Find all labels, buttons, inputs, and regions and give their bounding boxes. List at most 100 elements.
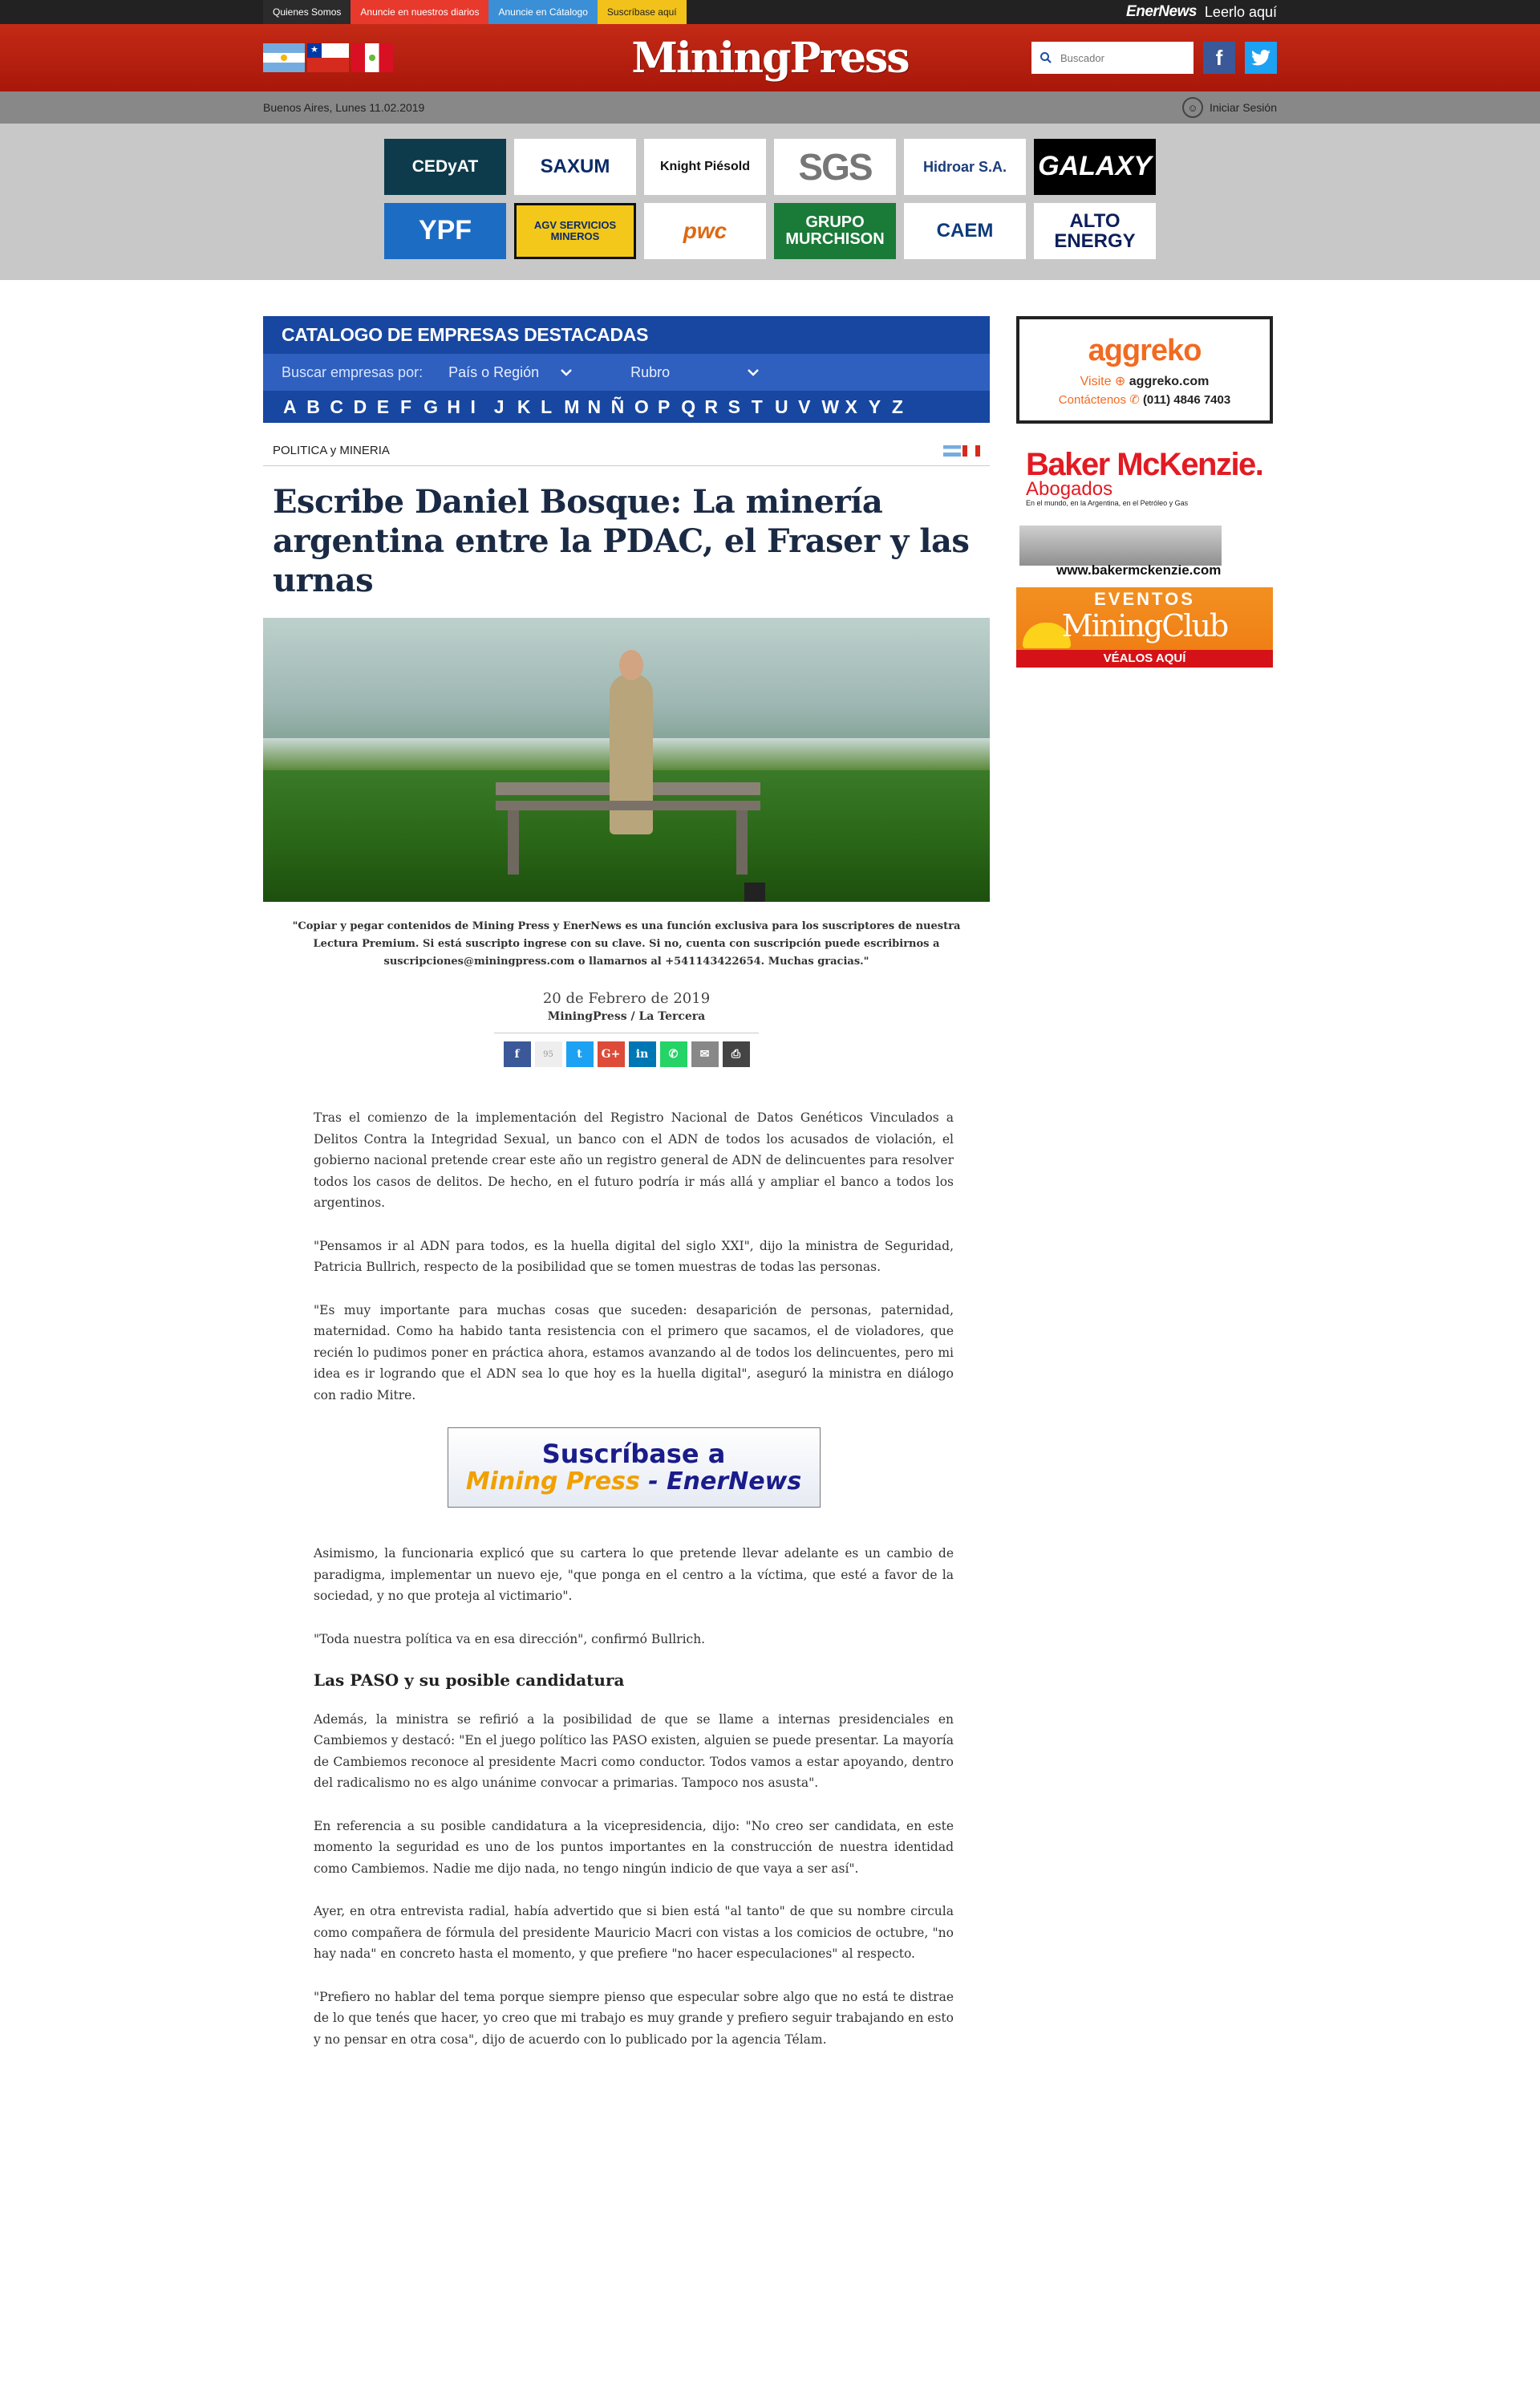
article-paragraph: Asimismo, la funcionaria explicó que su … bbox=[314, 1546, 954, 1603]
share-whatsapp-icon[interactable]: ✆ bbox=[659, 1041, 687, 1067]
sponsor-logo-galaxy[interactable]: GALAXY bbox=[1034, 139, 1156, 195]
login-button[interactable]: ☺ Iniciar Sesión bbox=[1181, 97, 1277, 118]
chile-flag-icon[interactable] bbox=[307, 43, 349, 72]
current-date: Buenos Aires, Lunes 11.02.2019 bbox=[263, 101, 425, 114]
letter-link[interactable]: Y bbox=[869, 396, 892, 418]
article-meta: 20 de Febrero de 2019 MiningPress / La T… bbox=[263, 990, 990, 1067]
article-country-flags bbox=[943, 444, 980, 457]
link-anuncie-diarios[interactable]: Anuncie en nuestros diarios bbox=[351, 0, 489, 24]
sponsor-logo-murchison[interactable]: GRUPO MURCHISON bbox=[774, 203, 896, 259]
letter-link[interactable]: E bbox=[377, 396, 400, 418]
letter-link[interactable]: V bbox=[798, 396, 821, 418]
share-google-plus-icon[interactable]: G+ bbox=[597, 1041, 625, 1067]
section-label[interactable]: POLITICA y MINERIA bbox=[273, 444, 390, 457]
share-facebook-icon[interactable]: f bbox=[503, 1041, 531, 1067]
share-twitter-icon[interactable]: t bbox=[565, 1041, 594, 1067]
enernews-link[interactable]: EnerNews Leerlo aquí bbox=[1126, 3, 1277, 21]
date-bar: Buenos Aires, Lunes 11.02.2019 ☺ Iniciar… bbox=[0, 91, 1540, 124]
subscribe-banner[interactable]: Suscríbase a Mining Press - EnerNews bbox=[447, 1427, 821, 1508]
sponsor-logo-caem[interactable]: CAEM bbox=[904, 203, 1026, 259]
events-title: EVENTOS bbox=[1094, 589, 1195, 609]
baker-url: www.bakermckenzie.com bbox=[1056, 562, 1222, 578]
letter-link[interactable]: N bbox=[587, 396, 610, 418]
subscribe-line2: Mining Press - EnerNews bbox=[466, 1468, 801, 1496]
sponsor-logo-ypf[interactable]: YPF bbox=[384, 203, 506, 259]
letter-link[interactable]: I bbox=[471, 396, 494, 418]
letter-link[interactable]: Ñ bbox=[611, 396, 634, 418]
letter-link[interactable]: S bbox=[728, 396, 752, 418]
argentina-flag-icon[interactable] bbox=[263, 43, 305, 72]
print-icon[interactable]: ⎙ bbox=[722, 1041, 750, 1067]
share-linkedin-icon[interactable]: in bbox=[628, 1041, 656, 1067]
sponsor-logo-hidroar[interactable]: Hidroar S.A. bbox=[904, 139, 1026, 195]
site-header: MiningPress f bbox=[0, 24, 1540, 91]
letter-link[interactable]: M bbox=[564, 396, 587, 418]
catalog-filter: Buscar empresas por: País o Región Rubro bbox=[263, 354, 990, 391]
aggreko-ad[interactable]: aggreko Visite ⊕ aggreko.com Contáctenos… bbox=[1016, 316, 1273, 424]
baker-mckenzie-ad[interactable]: Baker McKenzie. Abogados En el mundo, en… bbox=[1016, 447, 1273, 578]
peru-flag-icon[interactable] bbox=[351, 43, 393, 72]
sponsors-strip: CEDyAT SAXUM Knight Piésold SGS Hidroar … bbox=[0, 124, 1540, 280]
article-title: Escribe Daniel Bosque: La minería argent… bbox=[273, 483, 970, 599]
catalog-title: CATALOGO DE EMPRESAS DESTACADAS bbox=[282, 324, 649, 345]
link-suscribase[interactable]: Suscríbase aquí bbox=[597, 0, 687, 24]
site-logo[interactable]: MiningPress bbox=[631, 34, 910, 83]
letter-link[interactable]: U bbox=[775, 396, 798, 418]
facebook-icon: f bbox=[1215, 45, 1223, 70]
letter-link[interactable]: A bbox=[283, 396, 306, 418]
sponsor-logo-alto-energy[interactable]: ALTO ENERGY bbox=[1034, 203, 1156, 259]
letter-link[interactable]: J bbox=[494, 396, 517, 418]
letter-link[interactable]: Z bbox=[892, 396, 915, 418]
article-date: 20 de Febrero de 2019 bbox=[542, 990, 711, 1007]
letter-link[interactable]: P bbox=[658, 396, 681, 418]
facebook-button[interactable]: f bbox=[1203, 42, 1235, 74]
article-source: MiningPress / La Tercera bbox=[547, 1010, 706, 1023]
share-email-icon[interactable]: ✉ bbox=[691, 1041, 719, 1067]
link-anuncie-catalogo[interactable]: Anuncie en Cátalogo bbox=[488, 0, 598, 24]
link-quienes-somos[interactable]: Quienes Somos bbox=[263, 0, 351, 24]
mining-club-events-ad[interactable]: EVENTOS MiningClub VÉALOS AQUÍ bbox=[1016, 587, 1273, 668]
chevron-down-icon bbox=[748, 369, 760, 376]
twitter-icon bbox=[1251, 50, 1270, 66]
search-icon[interactable] bbox=[1040, 51, 1052, 64]
sponsor-logo-knight-piesold[interactable]: Knight Piésold bbox=[644, 139, 766, 195]
share-bar: f 95 t G+ in ✆ ✉ ⎙ bbox=[494, 1033, 759, 1067]
letter-link[interactable]: H bbox=[447, 396, 470, 418]
letter-link[interactable]: O bbox=[634, 396, 658, 418]
sponsor-logo-saxum[interactable]: SAXUM bbox=[514, 139, 636, 195]
letter-link[interactable]: F bbox=[400, 396, 424, 418]
article-subheading: Las PASO y su posible candidatura bbox=[314, 1670, 625, 1690]
letter-link[interactable]: X bbox=[845, 396, 869, 418]
letter-link[interactable]: L bbox=[541, 396, 564, 418]
sidebar: aggreko Visite ⊕ aggreko.com Contáctenos… bbox=[1016, 316, 1276, 2072]
article-paragraph: Además, la ministra se refirió a la posi… bbox=[314, 1711, 954, 1791]
twitter-button[interactable] bbox=[1245, 42, 1277, 74]
article-paragraph: "Pensamos ir al ADN para todos, es la hu… bbox=[314, 1238, 954, 1275]
letter-link[interactable]: D bbox=[354, 396, 377, 418]
letter-link[interactable]: K bbox=[517, 396, 541, 418]
letter-link[interactable]: Q bbox=[681, 396, 704, 418]
letter-link[interactable]: G bbox=[424, 396, 447, 418]
article-paragraph: Tras el comienzo de la implementación de… bbox=[314, 1110, 954, 1210]
company-catalog: CATALOGO DE EMPRESAS DESTACADAS Buscar e… bbox=[263, 316, 990, 423]
rubro-dropdown-label: Rubro bbox=[630, 363, 671, 380]
user-icon: ☺ bbox=[1181, 97, 1203, 118]
letter-link[interactable]: B bbox=[306, 396, 330, 418]
sponsor-logo-sgs[interactable]: SGS bbox=[774, 139, 896, 195]
canada-flag-icon bbox=[962, 444, 980, 457]
sponsor-logo-agv[interactable]: AGV SERVICIOS MINEROS bbox=[514, 203, 636, 259]
baker-logo: Baker McKenzie. bbox=[1026, 447, 1264, 482]
sponsor-logo-pwc[interactable]: pwc bbox=[644, 203, 766, 259]
copy-notice: "Copiar y pegar contenidos de Mining Pre… bbox=[292, 920, 961, 968]
letter-link[interactable]: R bbox=[704, 396, 727, 418]
mining-club-logo: MiningClub bbox=[1061, 608, 1230, 643]
rubro-dropdown[interactable]: Rubro bbox=[630, 364, 760, 381]
letter-link[interactable]: T bbox=[752, 396, 775, 418]
letter-link[interactable]: W bbox=[821, 396, 845, 418]
sponsor-logo-cedyat[interactable]: CEDyAT bbox=[384, 139, 506, 195]
letter-link[interactable]: C bbox=[330, 396, 353, 418]
aggreko-visit: Visite ⊕ aggreko.com bbox=[1080, 374, 1210, 388]
search-input[interactable] bbox=[1060, 51, 1173, 64]
country-dropdown[interactable]: País o Región bbox=[448, 364, 573, 381]
main-area: CATALOGO DE EMPRESAS DESTACADAS Buscar e… bbox=[263, 280, 1277, 2072]
